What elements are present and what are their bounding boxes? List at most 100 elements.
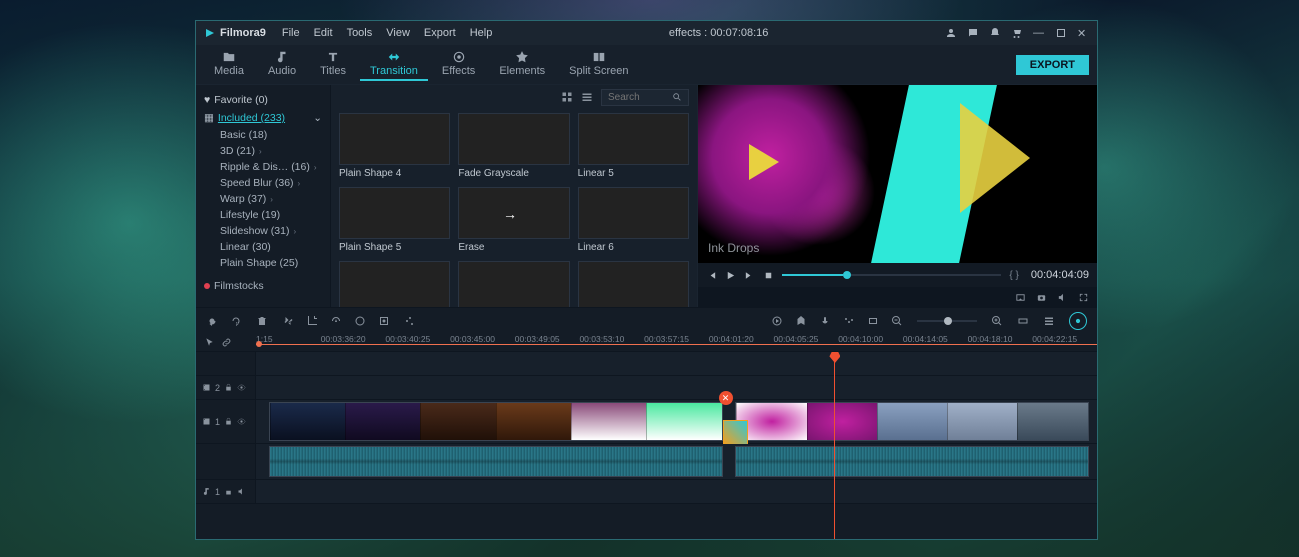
audio-clip-1[interactable] [269,446,723,477]
prev-icon[interactable] [706,270,717,281]
cursor-icon[interactable] [204,337,215,348]
scrub-bar[interactable] [782,274,1001,276]
lock-icon[interactable] [224,383,233,392]
lock-icon[interactable] [224,417,233,426]
account-icon[interactable] [945,27,957,39]
audio-clip-2[interactable] [735,446,1088,477]
thumbnail-5[interactable]: Linear 6 [578,187,689,253]
search-box[interactable] [601,89,689,106]
menu-edit[interactable]: Edit [314,27,333,39]
mode-audio[interactable]: Audio [258,48,306,81]
timeline-ruler[interactable]: 1:1500:03:36:2000:03:40:2500:03:45:0000:… [196,334,1097,352]
transition-clip[interactable] [723,420,748,445]
fullscreen-icon[interactable] [1078,292,1089,303]
sidebar-favorite[interactable]: ♥Favorite (0) [200,91,326,109]
message-icon[interactable] [967,27,979,39]
transition-marker[interactable]: ✕ [719,391,733,405]
video-clip-1[interactable]: 10 Incredible 4K (Ultra HD) Videos [269,402,723,441]
sidebar-item-3d[interactable]: 3D (21)› [200,143,326,159]
close-button[interactable]: ✕ [1077,27,1089,39]
notification-icon[interactable] [989,27,1001,39]
maximize-button[interactable] [1055,27,1067,39]
split-icon[interactable] [282,315,294,327]
mode-effects[interactable]: Effects [432,48,485,81]
marker-icon[interactable] [795,315,807,327]
video-clip-2[interactable]: 10 Incredible 4K (Ultra HD) Videos [735,402,1088,441]
sidebar-item-linear[interactable]: Linear (30) [200,239,326,255]
mixer-icon[interactable] [843,315,855,327]
timeline-toolbar [196,308,1097,334]
export-frame-icon[interactable] [1015,292,1026,303]
sidebar-item-ripple[interactable]: Ripple & Dis… (16)› [200,159,326,175]
minimize-button[interactable]: — [1033,27,1045,39]
thumbnail-4[interactable]: Erase [458,187,569,253]
lock-icon[interactable] [224,487,233,496]
sidebar-item-slideshow[interactable]: Slideshow (31)› [200,223,326,239]
chevron-down-icon: ⌄ [313,112,322,124]
color-icon[interactable] [354,315,366,327]
aspect-icon[interactable] [867,315,879,327]
undo-icon[interactable] [206,315,218,327]
thumbnail-7[interactable] [458,261,569,307]
snapshot-icon[interactable] [1036,292,1047,303]
zoom-slider[interactable] [917,320,977,322]
mute-icon[interactable] [237,487,246,496]
manage-tracks-icon[interactable] [1043,315,1055,327]
heart-icon: ♥ [204,94,210,106]
cart-icon[interactable] [1011,27,1023,39]
mode-titles[interactable]: Titles [310,48,356,81]
sidebar-item-basic[interactable]: Basic (18) [200,127,326,143]
mode-elements[interactable]: Elements [489,48,555,81]
speed-icon[interactable] [330,315,342,327]
search-input[interactable] [608,92,668,103]
mode-splitscreen[interactable]: Split Screen [559,48,638,81]
grid-view-icon[interactable] [561,91,573,103]
crop-icon[interactable] [306,315,318,327]
green-screen-icon[interactable] [378,315,390,327]
auto-ripple-button[interactable] [1069,312,1087,330]
menu-help[interactable]: Help [470,27,493,39]
play-icon[interactable] [725,270,736,281]
sidebar-item-speedblur[interactable]: Speed Blur (36)› [200,175,326,191]
list-view-icon[interactable] [581,91,593,103]
sidebar-filmstocks[interactable]: Filmstocks [200,277,326,295]
timeline: 1:1500:03:36:2000:03:40:2500:03:45:0000:… [196,307,1097,539]
preview-viewport[interactable]: Ink Drops [698,85,1097,263]
menu-file[interactable]: File [282,27,300,39]
sidebar-item-plainshape[interactable]: Plain Shape (25) [200,255,326,271]
ruler-tick: 00:04:01:20 [709,334,774,351]
sidebar-included-header[interactable]: ▦ Included (233) ⌄ [200,109,326,127]
export-button[interactable]: EXPORT [1016,55,1089,75]
stop-icon[interactable] [763,270,774,281]
adjust-icon[interactable] [402,315,414,327]
thumbnail-2[interactable]: Linear 5 [578,113,689,179]
range-start[interactable] [256,341,262,347]
menu-view[interactable]: View [386,27,410,39]
link-icon[interactable] [221,337,232,348]
transport-bar: { } 00:04:04:09 [698,263,1097,287]
eye-icon[interactable] [237,417,246,426]
redo-icon[interactable] [230,315,242,327]
volume-icon[interactable] [1057,292,1068,303]
delete-icon[interactable] [256,315,268,327]
thumbnail-6[interactable] [339,261,450,307]
voiceover-icon[interactable] [819,315,831,327]
eye-icon[interactable] [237,383,246,392]
thumbnail-3[interactable]: Plain Shape 5 [339,187,450,253]
thumbnail-8[interactable] [578,261,689,307]
mode-media[interactable]: Media [204,48,254,81]
sidebar-item-lifestyle[interactable]: Lifestyle (19) [200,207,326,223]
tracks-area: 2 1 10 Incredible 4K (Ultra HD) Videos [196,352,1097,539]
menu-export[interactable]: Export [424,27,456,39]
zoom-fit-icon[interactable] [1017,315,1029,327]
zoom-in-icon[interactable] [991,315,1003,327]
mode-transition[interactable]: Transition [360,48,428,81]
zoom-out-icon[interactable] [891,315,903,327]
next-icon[interactable] [744,270,755,281]
thumbnail-1[interactable]: Fade Grayscale [458,113,569,179]
thumbnail-0[interactable]: Plain Shape 4 [339,113,450,179]
film-icon [202,417,211,426]
menu-tools[interactable]: Tools [347,27,373,39]
render-icon[interactable] [771,315,783,327]
sidebar-item-warp[interactable]: Warp (37)› [200,191,326,207]
